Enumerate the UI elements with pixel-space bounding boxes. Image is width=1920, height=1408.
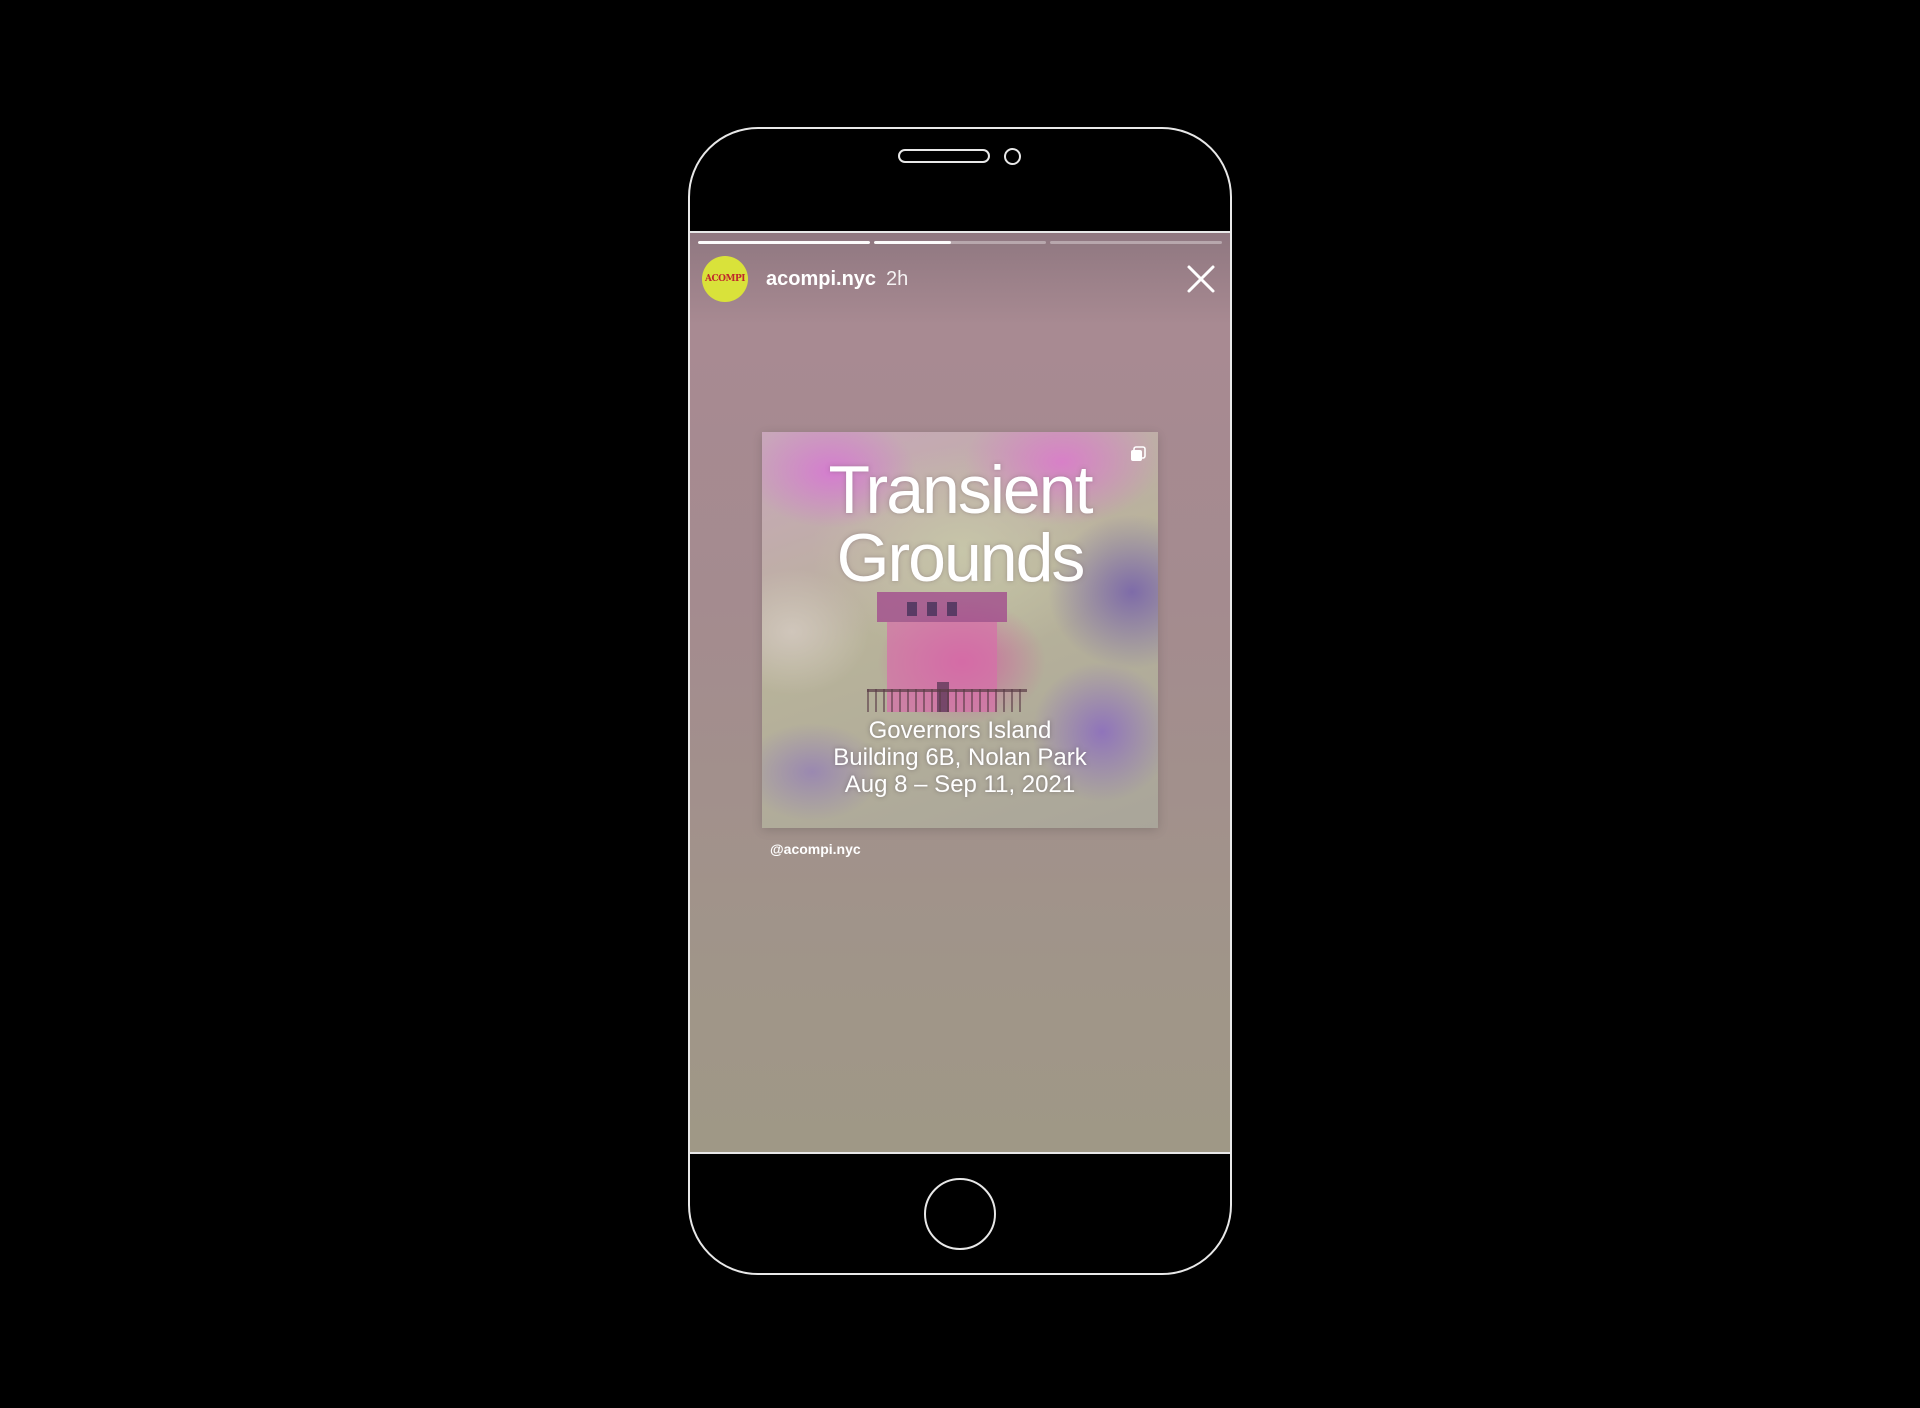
post-image-building xyxy=(867,592,1027,712)
story-screen[interactable]: ACOMPI acompi.nyc 2h Transient Grounds G… xyxy=(690,231,1230,1154)
story-progress-bar xyxy=(698,241,1222,245)
post-info: Governors Island Building 6B, Nolan Park… xyxy=(762,717,1158,798)
avatar[interactable]: ACOMPI xyxy=(702,256,748,302)
progress-segment xyxy=(1050,241,1222,244)
phone-frame: ACOMPI acompi.nyc 2h Transient Grounds G… xyxy=(688,127,1232,1275)
phone-camera xyxy=(1004,148,1021,165)
phone-speaker xyxy=(898,149,990,163)
home-button[interactable] xyxy=(924,1178,996,1250)
progress-segment-fill xyxy=(698,241,870,244)
progress-segment xyxy=(698,241,870,244)
post-author-mention[interactable]: @acompi.nyc xyxy=(770,841,861,857)
post-title-line2: Grounds xyxy=(836,520,1086,596)
username[interactable]: acompi.nyc xyxy=(766,268,876,291)
progress-segment-fill xyxy=(874,241,952,244)
post-time: 2h xyxy=(886,267,909,290)
shared-post[interactable]: Transient Grounds Governors Island Build… xyxy=(762,432,1158,828)
post-location: Governors Island xyxy=(868,717,1052,744)
close-icon xyxy=(1187,265,1215,293)
post-dates: Aug 8 – Sep 11, 2021 xyxy=(844,771,1076,798)
post-address: Building 6B, Nolan Park xyxy=(833,744,1087,771)
canvas: ACOMPI acompi.nyc 2h Transient Grounds G… xyxy=(0,0,1920,1408)
post-title-line1: Transient xyxy=(828,452,1094,528)
post-title: Transient Grounds xyxy=(762,456,1158,592)
story-header: ACOMPI acompi.nyc 2h xyxy=(702,255,1218,303)
progress-segment xyxy=(874,241,1046,244)
close-button[interactable] xyxy=(1184,262,1218,296)
